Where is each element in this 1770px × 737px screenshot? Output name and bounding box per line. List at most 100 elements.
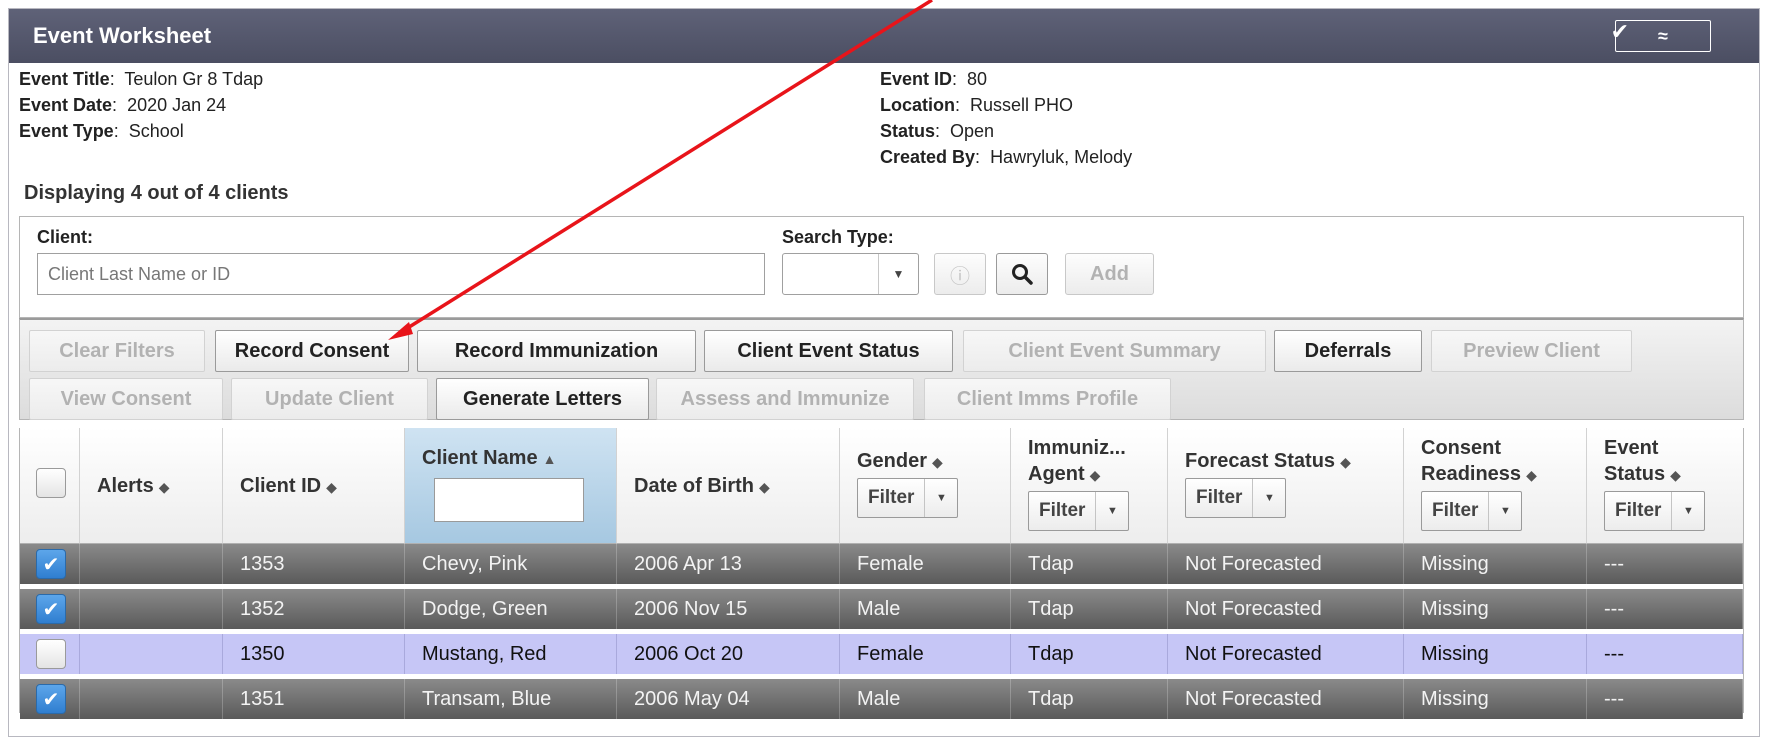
sort-icon: ◆ [759,479,770,495]
cell-alerts [80,679,223,719]
action-toolbar: Clear Filters Record Consent Record Immu… [19,318,1744,420]
client-event-summary-button[interactable]: Client Event Summary [963,330,1266,372]
cell-agent: Tdap [1011,679,1168,719]
cell-gender: Male [840,679,1011,719]
sort-icon: ◆ [1526,467,1537,483]
column-header-immunizing-agent[interactable]: Immuniz... Agent ◆ Filter ▼ [1011,428,1168,544]
column-header-client-name[interactable]: Client Name ▲ [405,428,617,544]
table-row[interactable]: ✔ 1351 Transam, Blue 2006 May 04 Male Tdap Not… [20,679,1743,719]
preview-client-button[interactable]: Preview Client [1431,330,1632,372]
client-name-filter-input[interactable] [434,478,584,522]
cell-alerts [80,544,223,584]
sort-icon: ◆ [932,454,943,470]
search-icon [1012,264,1033,285]
cell-event-status: --- [1587,634,1743,674]
client-event-status-button[interactable]: Client Event Status [704,330,953,372]
event-status-filter-button[interactable]: Filter ▼ [1604,491,1706,531]
row-checkbox[interactable]: ✔ [36,594,66,624]
collapse-button[interactable]: ≈ [1615,20,1711,52]
cell-gender: Male [840,589,1011,629]
cell-agent: Tdap [1011,589,1168,629]
cell-alerts [80,634,223,674]
cell-consent: Missing [1404,544,1587,584]
status-row: Status: Open [880,121,995,141]
event-type-row: Event Type: School [19,121,184,141]
event-id-row: Event ID: 80 [880,69,988,89]
location-row: Location: Russell PHO [880,95,1074,115]
cell-client-name: Chevy, Pink [405,544,617,584]
info-button[interactable]: ⓘ [934,253,986,295]
status-value: Open [950,121,995,141]
gender-filter-button[interactable]: Filter ▼ [857,478,959,518]
column-header-gender[interactable]: Gender ◆ Filter ▼ [840,428,1011,544]
column-header-consent-readiness[interactable]: Consent Readiness ◆ Filter ▼ [1404,428,1587,544]
table-row[interactable]: ✔ 1353 Chevy, Pink 2006 Apr 13 Female Tdap Not… [20,544,1743,584]
column-header-client-id[interactable]: Client ID ◆ [223,428,405,544]
event-info-left: Event Title: Teulon Gr 8 Tdap Event Date… [19,66,263,144]
sort-icon: ◆ [1089,467,1101,483]
table-row[interactable]: ✔ 1352 Dodge, Green 2006 Nov 15 Male Tdap Not … [20,589,1743,629]
column-header-event-status[interactable]: Event Status ◆ Filter ▼ [1587,428,1743,544]
update-client-button[interactable]: Update Client [231,378,428,420]
agent-filter-button[interactable]: Filter ▼ [1028,491,1130,531]
select-all-checkbox[interactable] [36,468,66,498]
add-button[interactable]: Add [1065,253,1154,295]
dropdown-arrow-icon[interactable]: ▼ [878,254,918,294]
search-button[interactable] [996,253,1048,295]
panel-title: Event Worksheet [33,23,212,48]
assess-and-immunize-button[interactable]: Assess and Immunize [656,378,914,420]
view-consent-button[interactable]: View Consent [29,378,223,420]
sort-icon: ◆ [158,479,170,495]
record-consent-button[interactable]: Record Consent [215,330,409,372]
event-id-value: 80 [967,69,988,89]
clear-filters-button[interactable]: Clear Filters [29,330,205,372]
column-header-alerts[interactable]: Alerts ◆ [80,428,223,544]
checkmark-icon: ✔ [42,553,60,576]
column-header-date-of-birth[interactable]: Date of Birth ◆ [617,428,840,544]
cell-client-id: 1351 [223,679,405,719]
consent-filter-button[interactable]: Filter ▼ [1421,491,1523,531]
client-search-input[interactable] [37,253,765,295]
cell-event-status: --- [1587,589,1743,629]
client-imms-profile-button[interactable]: Client Imms Profile [924,378,1171,420]
cell-dob: 2006 Oct 20 [617,634,840,674]
cell-dob: 2006 May 04 [617,679,840,719]
cell-forecast: Not Forecasted [1168,679,1404,719]
info-icon: ⓘ [950,265,970,288]
created-by-row: Created By: Hawryluk, Melody [880,147,1133,167]
row-checkbox[interactable] [36,639,66,669]
row-select-cell: ✔ [20,544,80,584]
column-header-select [20,428,80,544]
search-type-select[interactable]: ▼ [782,253,919,295]
row-checkbox[interactable]: ✔ [36,684,66,714]
cell-client-name: Dodge, Green [405,589,617,629]
cell-event-status: --- [1587,544,1743,584]
event-info-right: Event ID: 80 Location: Russell PHO Statu… [880,66,1132,170]
deferrals-button[interactable]: Deferrals [1274,330,1422,372]
table-row[interactable]: 1350 Mustang, Red 2006 Oct 20 Female Tdap Not… [20,634,1743,674]
record-immunization-button[interactable]: Record Immunization [417,330,696,372]
event-title-value: Teulon Gr 8 Tdap [124,69,264,89]
cell-client-name: Transam, Blue [405,679,617,719]
row-select-cell: ✔ [20,589,80,629]
forecast-filter-button[interactable]: Filter ▼ [1185,478,1287,518]
cell-consent: Missing [1404,589,1587,629]
generate-letters-button[interactable]: Generate Letters [436,378,649,420]
dropdown-arrow-icon: ▼ [1264,492,1275,504]
cell-client-name: Mustang, Red [405,634,617,674]
dropdown-arrow-icon: ▼ [1107,505,1118,517]
dropdown-arrow-icon: ▼ [1683,505,1694,517]
cell-client-id: 1353 [223,544,405,584]
row-select-cell [20,634,80,674]
event-date-row: Event Date: 2020 Jan 24 [19,95,227,115]
location-value: Russell PHO [970,95,1074,115]
client-label: Client: [37,227,93,247]
cell-agent: Tdap [1011,634,1168,674]
row-checkbox[interactable]: ✔ [36,549,66,579]
column-header-forecast-status[interactable]: Forecast Status ◆ Filter ▼ [1168,428,1404,544]
dropdown-arrow-icon: ▼ [1500,505,1511,517]
checkmark-icon: ✔ [42,598,60,621]
sort-icon: ◆ [1340,454,1351,470]
created-by-value: Hawryluk, Melody [990,147,1133,167]
cell-alerts [80,589,223,629]
